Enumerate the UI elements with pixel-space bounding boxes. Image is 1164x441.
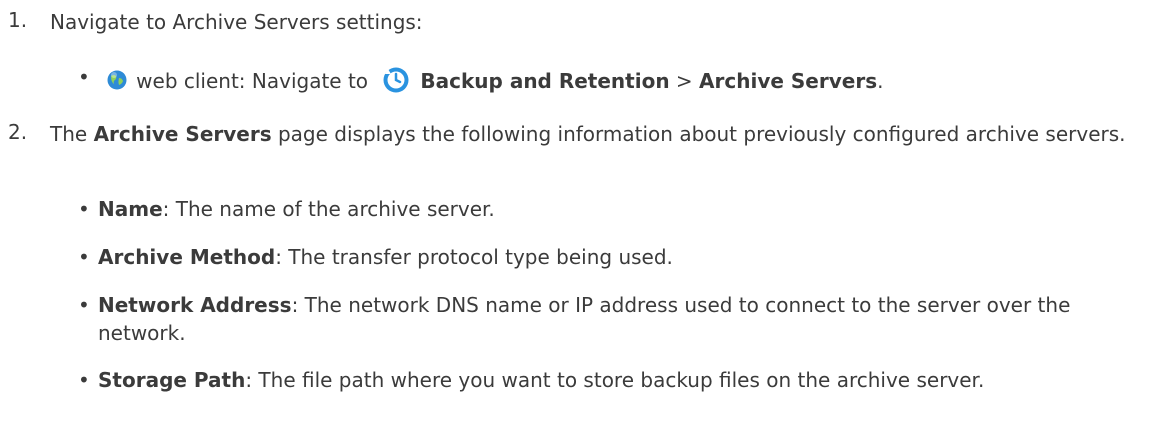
term: Archive Method — [98, 245, 276, 269]
text-post: page displays the following information … — [277, 122, 1126, 146]
term: Storage Path — [98, 368, 246, 392]
term: Network Address — [98, 293, 292, 317]
step-number: 2. — [8, 120, 28, 144]
menu-archive-servers[interactable]: Archive Servers — [699, 69, 877, 93]
clock-icon — [382, 66, 410, 101]
description: : The transfer protocol type being used. — [275, 245, 673, 269]
document: 1. Navigate to Archive Servers settings:… — [0, 0, 1164, 441]
step-text: Navigate to Archive Servers settings: — [50, 10, 423, 34]
bullet: • — [78, 65, 90, 89]
bullet: • — [78, 245, 90, 269]
description: : The name of the archive server. — [162, 197, 495, 221]
menu-backup-retention[interactable]: Backup and Retention — [420, 69, 669, 93]
bullet: • — [78, 368, 90, 392]
page-name: Archive Servers — [93, 122, 272, 146]
breadcrumb-separator: > — [675, 69, 693, 93]
description: : The file path where you want to store … — [245, 368, 985, 392]
bullet: • — [78, 197, 90, 221]
period: . — [877, 69, 884, 93]
step-text: The Archive Servers page displays the fo… — [50, 120, 1130, 148]
step-1-substep: • web client: Navigate to Backup and Ret… — [78, 65, 884, 101]
term: Name — [98, 197, 163, 221]
globe-icon — [106, 69, 128, 98]
bullet: • — [78, 293, 90, 317]
step-number: 1. — [8, 8, 28, 32]
text-pre: The — [50, 122, 88, 146]
web-client-text: web client: Navigate to — [136, 69, 369, 93]
